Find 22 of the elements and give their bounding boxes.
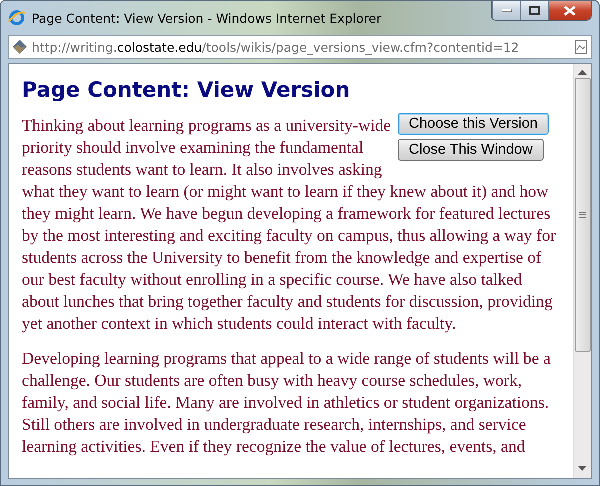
body-paragraph: Developing learning programs that appeal to a wide range of students will be a challenge. Our students are often busy with heavy course schedules, work, family, and social life. Many are involved in athletics or student organizations. Still others are involved in undergraduate research, internships, and service learning activities. Even if they recognize the value of lectures, events, and [22,348,552,458]
scroll-down-icon[interactable] [578,466,587,472]
close-icon [564,6,576,16]
scrollbar[interactable] [573,64,591,478]
minimize-icon [502,8,512,12]
maximize-icon [529,6,540,15]
minimize-button[interactable] [492,1,520,20]
maximize-button[interactable] [520,1,548,20]
page-heading: Page Content: View Version [22,78,352,102]
window-title: Page Content: View Version - Windows Internet Explorer [32,10,383,26]
site-icon [13,40,27,54]
address-bar[interactable]: http://writing.colostate.edu/tools/wikis/page_versions_view.cfm?contentid=12 [8,35,592,59]
grip-icon [579,212,586,218]
scroll-up-icon[interactable] [578,70,587,76]
body-paragraph: what they want to learn (or might want to learn if they knew about it) and how they might learn. We have begun developing a framework for featured lectures by the most interesting and exciting faculty on campus, thus allowing a way for students across the University to benefit from the knowledge and expertise of our best faculty without enrolling in a specific course. We have also talked about lunches that bring together faculty and students for discussion, providing yet another context in which students could interact with faculty. [22,181,558,335]
close-button[interactable] [548,1,591,20]
page-icon [575,40,587,54]
browser-logo-icon [8,9,26,27]
url-text: http://writing.colostate.edu/tools/wikis/page_versions_view.cfm?contentid=12 [32,40,520,54]
page-button[interactable]: Close This Window [398,139,544,161]
scroll-thumb[interactable] [574,78,590,352]
page-button[interactable]: Choose this Version [398,113,549,135]
